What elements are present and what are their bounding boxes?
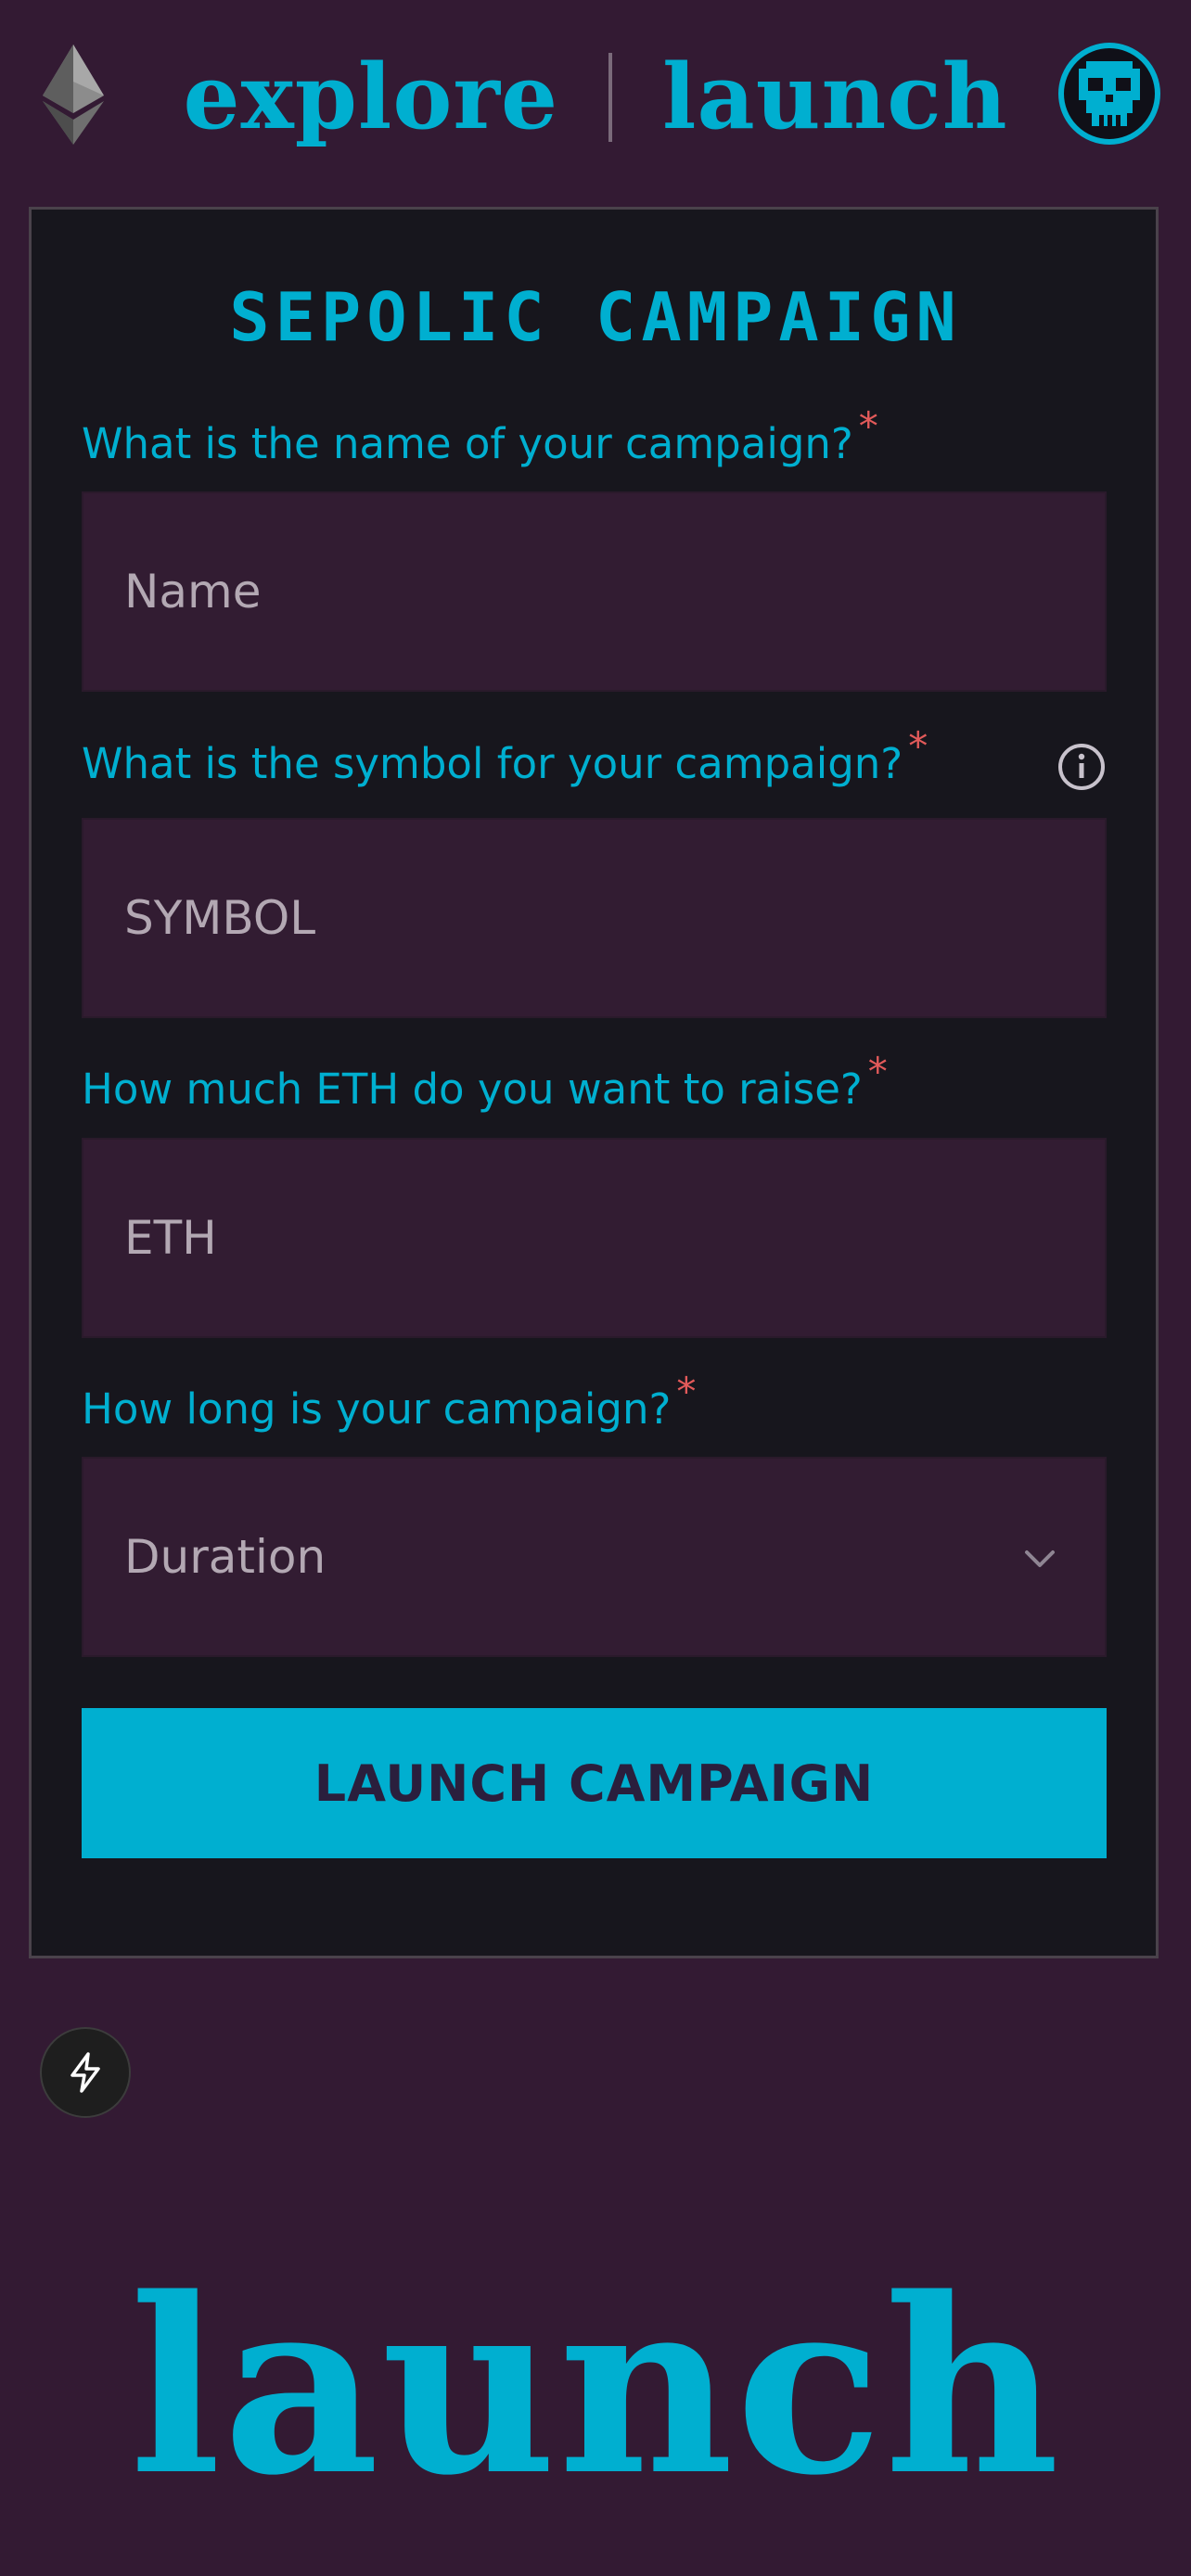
required-marker: * (676, 1369, 697, 1414)
info-icon[interactable] (1057, 743, 1106, 791)
eth-amount-field[interactable] (82, 1138, 1107, 1338)
skull-icon (1079, 61, 1140, 126)
required-marker: * (908, 723, 928, 769)
campaign-duration-label-text: How long is your campaign? (82, 1384, 672, 1434)
eth-amount-input[interactable] (124, 1211, 1052, 1265)
required-marker: * (858, 403, 878, 449)
nav-explore-link[interactable]: explore (173, 53, 568, 142)
campaign-symbol-field[interactable] (82, 818, 1107, 1018)
form-title: SEPOLIC CAMPAIGN (229, 278, 962, 356)
eth-amount-label: How much ETH do you want to raise? * (82, 1052, 888, 1111)
nav-divider (608, 53, 613, 142)
duration-selected-value: Duration (124, 1530, 327, 1584)
lightning-bolt-button[interactable] (40, 2027, 131, 2118)
campaign-name-input[interactable] (124, 565, 1052, 618)
lightning-bolt-icon (70, 2052, 100, 2093)
avatar[interactable] (1058, 43, 1160, 145)
launch-campaign-button[interactable]: LAUNCH CAMPAIGN (82, 1708, 1107, 1858)
required-marker: * (867, 1049, 888, 1094)
chevron-down-icon (1025, 1550, 1055, 1567)
nav-launch-link[interactable]: launch (653, 53, 1018, 142)
campaign-name-field[interactable] (82, 491, 1107, 692)
eth-amount-label-text: How much ETH do you want to raise? (82, 1065, 863, 1114)
campaign-symbol-label: What is the symbol for your campaign? * (82, 727, 928, 785)
top-navigation: explore launch (0, 0, 1191, 195)
footer-brand-logo: launch (129, 2246, 1062, 2529)
campaign-name-label: What is the name of your campaign? * (82, 407, 878, 465)
main-nav: explore launch (0, 37, 1191, 158)
campaign-duration-label: How long is your campaign? * (82, 1372, 696, 1431)
campaign-symbol-input[interactable] (124, 891, 1052, 945)
campaign-duration-select[interactable]: Duration (82, 1457, 1107, 1657)
campaign-name-label-text: What is the name of your campaign? (82, 419, 853, 468)
campaign-symbol-label-text: What is the symbol for your campaign? (82, 739, 903, 788)
